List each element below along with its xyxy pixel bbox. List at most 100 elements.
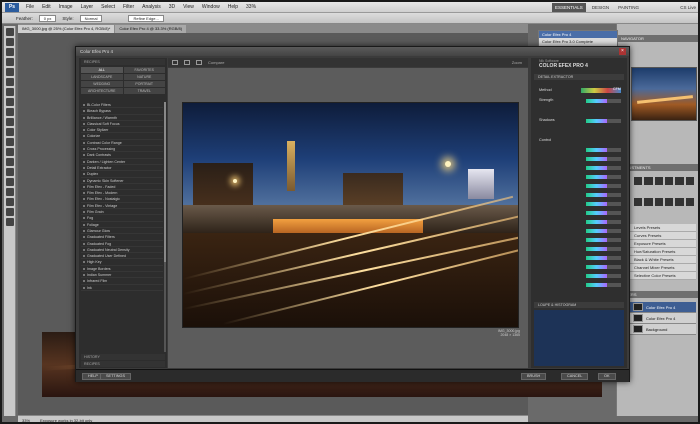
control-slider[interactable] [586, 247, 621, 251]
eyedropper-tool-icon[interactable] [5, 78, 14, 86]
levels-icon[interactable] [644, 177, 653, 185]
control-slider[interactable] [586, 175, 621, 179]
path-select-tool-icon[interactable] [5, 188, 14, 196]
type-tool-icon[interactable] [5, 178, 14, 186]
menu-select[interactable]: Select [97, 2, 119, 13]
category-wedding[interactable]: WEDDING [81, 81, 123, 87]
crop-tool-icon[interactable] [5, 68, 14, 76]
preset-curves[interactable]: Curves Presets [630, 232, 696, 240]
strength-slider[interactable] [586, 99, 621, 103]
history-brush-tool-icon[interactable] [5, 118, 14, 126]
single-view-icon[interactable] [172, 60, 178, 65]
color-balance-icon[interactable] [634, 198, 643, 206]
layer-row[interactable]: Color Efex Pro 4 [630, 302, 696, 313]
zoom-label[interactable]: Zoom [512, 60, 522, 65]
workspace-design[interactable]: DESIGN [589, 3, 612, 12]
clone-stamp-tool-icon[interactable] [5, 108, 14, 116]
menu-filter[interactable]: Filter [119, 2, 138, 13]
control-slider[interactable] [586, 283, 621, 287]
preset-levels[interactable]: Levels Presets [630, 224, 696, 232]
preview-photo[interactable] [182, 102, 519, 328]
doc-tab-2[interactable]: Color Efex Pro 4 @ 33.3% (RGB/8) [115, 25, 187, 33]
filter-scrollbar[interactable] [164, 102, 166, 352]
workspace-essentials[interactable]: ESSENTIALS [552, 3, 586, 12]
navigator-panel-header[interactable]: NAVIGATOR [618, 35, 698, 42]
layer-row[interactable]: Background [630, 324, 696, 335]
posterize-icon[interactable] [685, 198, 694, 206]
cancel-button[interactable]: CANCEL [561, 373, 589, 380]
blur-tool-icon[interactable] [5, 148, 14, 156]
curves-icon[interactable] [654, 177, 663, 185]
category-favorites[interactable]: FAVORITES [123, 67, 165, 73]
preset-hue-saturation[interactable]: Hue/Saturation Presets [630, 248, 696, 256]
status-zoom[interactable]: 33% [22, 418, 30, 423]
menu-file[interactable]: File [22, 2, 38, 13]
brush-button[interactable]: BRUSH [521, 373, 547, 380]
recipes-section[interactable]: RECIPES [81, 361, 165, 367]
control-slider[interactable] [586, 265, 621, 269]
channel-mixer-icon[interactable] [664, 198, 674, 206]
adjustments-panel-header[interactable]: ADJUSTMENTS [618, 164, 698, 171]
workspace-painting[interactable]: PAINTING [615, 3, 642, 12]
control-slider[interactable] [586, 211, 621, 215]
vibrance-icon[interactable] [675, 177, 684, 185]
menu-edit[interactable]: Edit [38, 2, 55, 13]
eraser-tool-icon[interactable] [5, 128, 14, 136]
style-select[interactable]: Normal [79, 14, 103, 22]
control-slider[interactable] [586, 238, 621, 242]
menu-view[interactable]: View [179, 2, 198, 13]
exposure-icon[interactable] [664, 177, 674, 185]
photo-filter-icon[interactable] [654, 198, 663, 206]
menu-window[interactable]: Window [198, 2, 224, 13]
settings-button[interactable]: SETTINGS [100, 373, 131, 380]
zoom-tool-icon[interactable] [5, 218, 14, 226]
gradient-tool-icon[interactable] [5, 138, 14, 146]
control-slider[interactable] [586, 202, 621, 206]
filter-section-header[interactable]: DETAIL EXTRACTOR [534, 74, 624, 80]
category-landscape[interactable]: LANDSCAPE [81, 74, 123, 80]
control-slider[interactable] [586, 184, 621, 188]
menu-help[interactable]: Help [224, 2, 242, 13]
loupe-histogram-header[interactable]: LOUPE & HISTOGRAM [534, 302, 624, 308]
history-section[interactable]: HISTORY [81, 354, 165, 360]
cs-live-button[interactable]: CS Live [680, 3, 696, 12]
menu-image[interactable]: Image [55, 2, 77, 13]
category-portrait[interactable]: PORTRAIT [123, 81, 165, 87]
menu-layer[interactable]: Layer [77, 2, 98, 13]
control-slider[interactable] [586, 157, 621, 161]
quick-select-tool-icon[interactable] [5, 58, 14, 66]
control-slider[interactable] [586, 274, 621, 278]
navigator-thumbnail[interactable] [631, 67, 697, 121]
control-slider[interactable] [586, 256, 621, 260]
control-slider[interactable] [586, 166, 621, 170]
control-slider[interactable] [586, 220, 621, 224]
brush-tool-icon[interactable] [5, 98, 14, 106]
compare-button[interactable]: Compare [208, 60, 224, 65]
layer-row[interactable]: Color Efex Pro 4 [630, 313, 696, 324]
shape-tool-icon[interactable] [5, 198, 14, 206]
preset-channel-mixer[interactable]: Channel Mixer Presets [630, 264, 696, 272]
move-tool-icon[interactable] [5, 28, 14, 36]
lasso-tool-icon[interactable] [5, 48, 14, 56]
category-architecture[interactable]: ARCHITECTURE [81, 88, 123, 94]
refine-edge-button[interactable]: Refine Edge... [128, 14, 164, 22]
close-icon[interactable]: × [619, 48, 626, 55]
ok-button[interactable]: OK [598, 373, 616, 380]
dodge-tool-icon[interactable] [5, 158, 14, 166]
category-nature[interactable]: NATURE [123, 74, 165, 80]
menu-3d[interactable]: 3D [165, 2, 179, 13]
doc-tab-1[interactable]: IMG_3000.jpg @ 25% (Color Efex Pro 4, RG… [18, 25, 115, 33]
control-slider[interactable] [586, 193, 621, 197]
feather-input[interactable]: 0 px [38, 14, 57, 22]
brightness-icon[interactable] [634, 177, 643, 185]
control-slider[interactable] [586, 148, 621, 152]
split-view-icon[interactable] [184, 60, 190, 65]
marquee-tool-icon[interactable] [5, 38, 14, 46]
hue-saturation-icon[interactable] [685, 177, 694, 185]
menu-analysis[interactable]: Analysis [138, 2, 165, 13]
filter-item[interactable]: Ink [81, 285, 163, 291]
healing-tool-icon[interactable] [5, 88, 14, 96]
layers-panel-header[interactable]: LAYERS [618, 291, 698, 298]
hand-tool-icon[interactable] [5, 208, 14, 216]
side-by-side-icon[interactable] [196, 60, 202, 65]
